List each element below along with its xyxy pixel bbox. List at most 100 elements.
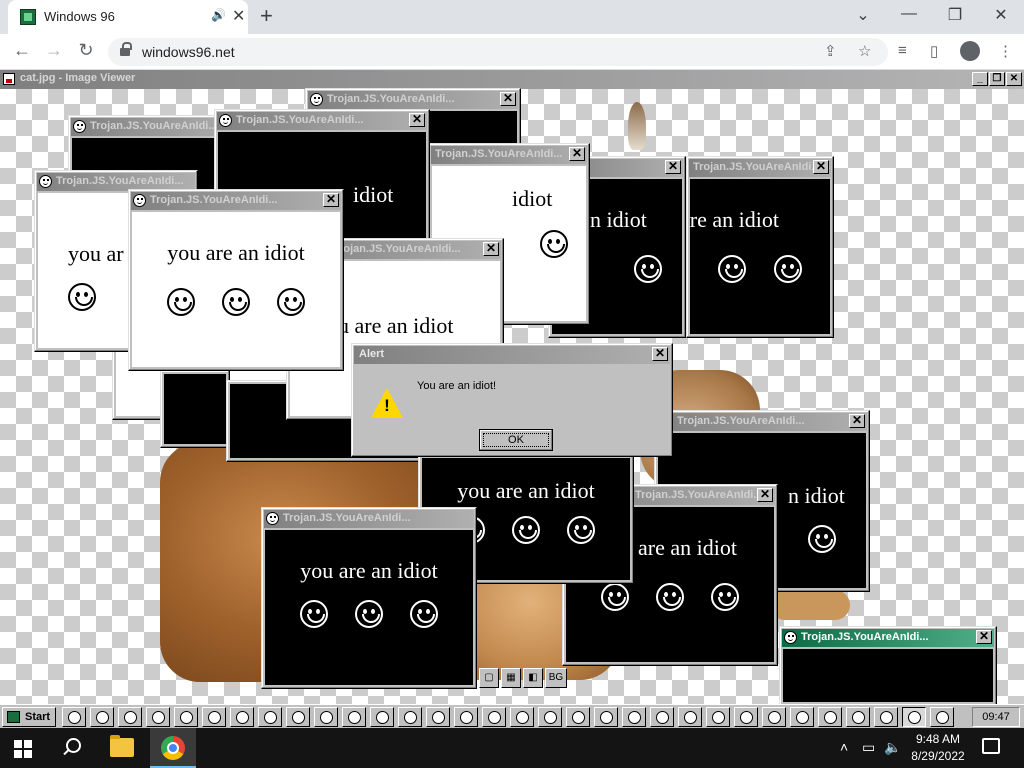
alert-titlebar[interactable]: Alert ✕ bbox=[354, 346, 670, 364]
search-icon[interactable] bbox=[62, 738, 81, 756]
w96-task-button[interactable] bbox=[874, 707, 898, 727]
w96-task-button[interactable] bbox=[202, 707, 226, 727]
viewer-close-button[interactable]: ✕ bbox=[1006, 72, 1022, 86]
popup-titlebar[interactable]: Trojan.JS.YouAreAnIdi... ✕ bbox=[782, 629, 994, 647]
background-toggle-button[interactable]: BG bbox=[545, 668, 567, 688]
file-explorer-icon[interactable] bbox=[110, 735, 134, 757]
popup-close-button[interactable]: ✕ bbox=[976, 630, 992, 644]
w96-task-button[interactable] bbox=[930, 707, 954, 727]
popup-close-button[interactable]: ✕ bbox=[849, 414, 865, 428]
network-icon[interactable]: ▭ bbox=[862, 739, 875, 756]
checkerboard-toggle-icon[interactable]: ▦ bbox=[501, 668, 521, 688]
popup-close-button[interactable]: ✕ bbox=[569, 147, 585, 161]
notification-icon[interactable] bbox=[982, 738, 1000, 754]
trojan-popup-window-active[interactable]: Trojan.JS.YouAreAnIdi... ✕ bbox=[779, 626, 997, 704]
w96-start-label: Start bbox=[25, 711, 51, 723]
popup-titlebar[interactable]: Trojan.JS.YouAreAnIdi... ✕ bbox=[131, 192, 341, 210]
w96-task-button[interactable] bbox=[762, 707, 786, 727]
w96-task-button[interactable] bbox=[454, 707, 478, 727]
w96-task-button[interactable] bbox=[538, 707, 562, 727]
w96-task-button[interactable] bbox=[230, 707, 254, 727]
w96-task-button[interactable] bbox=[482, 707, 506, 727]
new-tab-button[interactable]: + bbox=[260, 4, 273, 28]
w96-task-button[interactable] bbox=[790, 707, 814, 727]
popup-close-button[interactable]: ✕ bbox=[813, 160, 829, 174]
w96-task-button[interactable] bbox=[426, 707, 450, 727]
url-text[interactable]: windows96.net bbox=[142, 44, 235, 60]
alert-dialog[interactable]: Alert ✕ ! You are an idiot! OK bbox=[351, 343, 673, 457]
tab-close-icon[interactable]: ✕ bbox=[232, 6, 245, 26]
browser-tab[interactable]: Windows 96 🔊 ✕ bbox=[8, 0, 248, 34]
restore-button[interactable]: ❐ bbox=[940, 5, 970, 25]
w96-task-button[interactable] bbox=[118, 707, 142, 727]
trojan-popup-window[interactable] bbox=[160, 370, 230, 448]
bookmark-star-icon[interactable]: ☆ bbox=[858, 42, 871, 60]
popup-titlebar[interactable]: Trojan.JS.YouAreAnIdi... ✕ bbox=[657, 413, 867, 431]
profile-avatar-icon[interactable] bbox=[960, 41, 980, 61]
windows-start-icon[interactable] bbox=[14, 740, 32, 758]
side-panel-icon[interactable]: ▯ bbox=[930, 42, 938, 60]
w96-task-button[interactable] bbox=[902, 707, 926, 727]
trojan-popup-window[interactable]: Trojan.JS.YouAreAnIdi...✕ are an idiot bbox=[686, 156, 834, 338]
popup-close-button[interactable]: ✕ bbox=[483, 242, 499, 256]
menu-kebab-icon[interactable]: ⋮ bbox=[998, 42, 1013, 60]
w96-task-button[interactable] bbox=[286, 707, 310, 727]
media-controls-icon[interactable]: ≡ bbox=[898, 42, 907, 59]
w96-task-button[interactable] bbox=[594, 707, 618, 727]
popup-close-button[interactable]: ✕ bbox=[323, 193, 339, 207]
popup-close-button[interactable]: ✕ bbox=[409, 113, 425, 127]
w96-task-button[interactable] bbox=[370, 707, 394, 727]
w96-task-button[interactable] bbox=[146, 707, 170, 727]
w96-task-button[interactable] bbox=[314, 707, 338, 727]
minimize-button[interactable]: — bbox=[894, 5, 924, 23]
w96-task-button[interactable] bbox=[678, 707, 702, 727]
trojan-popup-window[interactable]: Trojan.JS.YouAreAnIdi... you are an idio… bbox=[261, 507, 477, 689]
popup-titlebar[interactable]: Trojan.JS.YouAreAnIdi... ✕ bbox=[431, 146, 587, 164]
system-time[interactable]: 9:48 AM bbox=[908, 732, 968, 746]
ok-button[interactable]: OK bbox=[479, 429, 553, 451]
w96-task-button[interactable] bbox=[398, 707, 422, 727]
viewer-minimize-button[interactable]: _ bbox=[972, 72, 988, 86]
popup-titlebar[interactable]: Trojan.JS.YouAreAnIdi... bbox=[264, 510, 474, 528]
fit-to-window-icon[interactable]: ▢ bbox=[479, 668, 499, 688]
alert-close-button[interactable]: ✕ bbox=[652, 347, 668, 361]
w96-task-button[interactable] bbox=[342, 707, 366, 727]
share-icon[interactable]: ⇪ bbox=[824, 42, 837, 60]
viewer-maximize-button[interactable]: ❐ bbox=[989, 72, 1005, 86]
w96-task-button[interactable] bbox=[258, 707, 282, 727]
popup-close-button[interactable]: ✕ bbox=[665, 160, 681, 174]
back-arrow-icon[interactable]: ← bbox=[10, 40, 34, 61]
w96-task-button[interactable] bbox=[174, 707, 198, 727]
popup-close-button[interactable]: ✕ bbox=[757, 488, 773, 502]
address-bar[interactable]: windows96.net ⇪ ☆ bbox=[108, 38, 888, 66]
system-date[interactable]: 8/29/2022 bbox=[908, 749, 968, 763]
close-window-button[interactable]: ✕ bbox=[986, 5, 1016, 25]
w96-task-button[interactable] bbox=[622, 707, 646, 727]
popup-titlebar[interactable]: Trojan.JS.YouAreAnIdi... ✕ bbox=[689, 159, 831, 177]
speaker-icon[interactable]: 🔊 bbox=[211, 8, 226, 22]
w96-task-button[interactable] bbox=[62, 707, 86, 727]
w96-task-button[interactable] bbox=[846, 707, 870, 727]
chevron-up-icon[interactable]: ˄ bbox=[840, 739, 848, 755]
popup-titlebar[interactable]: Trojan.JS.YouAreAnIdi... ✕ bbox=[217, 112, 427, 130]
w96-task-button[interactable] bbox=[734, 707, 758, 727]
w96-task-button[interactable] bbox=[566, 707, 590, 727]
tab-search-icon[interactable]: ⌄ bbox=[848, 5, 878, 25]
w96-start-button[interactable]: Start bbox=[2, 707, 56, 727]
smiley-icon bbox=[68, 283, 96, 311]
w96-task-button[interactable] bbox=[90, 707, 114, 727]
transparency-toggle-icon[interactable]: ◧ bbox=[523, 668, 543, 688]
lock-icon[interactable] bbox=[120, 42, 132, 57]
trojan-popup-window[interactable]: Trojan.JS.YouAreAnIdi... ✕ you are an idi… bbox=[128, 189, 344, 371]
popup-close-button[interactable]: ✕ bbox=[500, 92, 516, 106]
volume-icon[interactable]: 🔈 bbox=[884, 739, 901, 756]
reload-icon[interactable]: ↻ bbox=[74, 40, 98, 61]
w96-task-button[interactable] bbox=[510, 707, 534, 727]
popup-titlebar[interactable]: Trojan.JS.YouAreAnIdi... ✕ bbox=[308, 91, 518, 109]
w96-task-button[interactable] bbox=[650, 707, 674, 727]
forward-arrow-icon[interactable]: → bbox=[42, 40, 66, 61]
taskbar-chrome-button[interactable] bbox=[150, 728, 196, 768]
image-viewer-titlebar[interactable]: cat.jpg - Image Viewer _ ❐ ✕ bbox=[0, 70, 1024, 89]
w96-task-button[interactable] bbox=[706, 707, 730, 727]
w96-task-button[interactable] bbox=[818, 707, 842, 727]
